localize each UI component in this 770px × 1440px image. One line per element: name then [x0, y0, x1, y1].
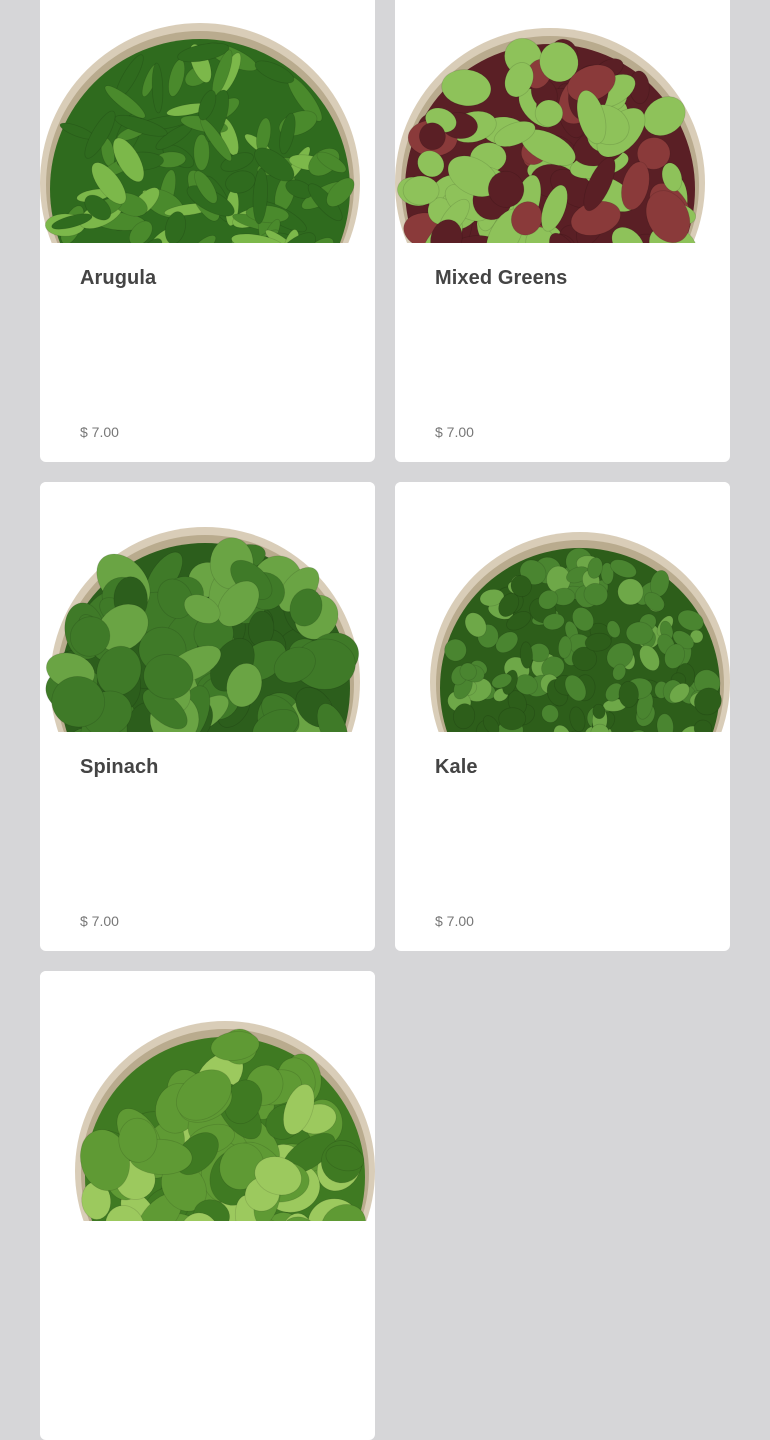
- kale-bowl-image: [395, 482, 730, 732]
- leaf: [402, 175, 440, 206]
- product-name: Kale: [435, 756, 478, 778]
- product-name: Arugula: [80, 267, 157, 289]
- product-card-lettuce[interactable]: [40, 971, 375, 1440]
- bowl-illustration: [40, 23, 360, 243]
- bowl-illustration: [75, 1021, 375, 1221]
- product-name: Mixed Greens: [435, 267, 568, 289]
- spinach-bowl-image: [40, 482, 375, 732]
- mixed-greens-bowl-image: [395, 0, 730, 243]
- product-price: $ 7.00: [435, 913, 474, 929]
- lettuce-bowl-image: [40, 971, 375, 1221]
- product-card-mixed-greens[interactable]: Mixed Greens $ 7.00: [395, 0, 730, 462]
- product-card-kale[interactable]: Kale $ 7.00: [395, 482, 730, 951]
- product-price: $ 7.00: [80, 424, 119, 440]
- arugula-bowl-image: [40, 0, 375, 243]
- product-price: $ 7.00: [80, 913, 119, 929]
- product-price: $ 7.00: [435, 424, 474, 440]
- product-card-arugula[interactable]: Arugula $ 7.00: [40, 0, 375, 462]
- leaf: [618, 680, 639, 708]
- product-card-spinach[interactable]: Spinach $ 7.00: [40, 482, 375, 951]
- bowl-illustration: [395, 28, 705, 243]
- bowl-illustration: [430, 532, 730, 732]
- product-grid: Arugula $ 7.00 Mixed Greens $ 7.00 Spina…: [40, 0, 730, 1440]
- bowl-illustration: [45, 527, 360, 732]
- product-name: Spinach: [80, 756, 159, 778]
